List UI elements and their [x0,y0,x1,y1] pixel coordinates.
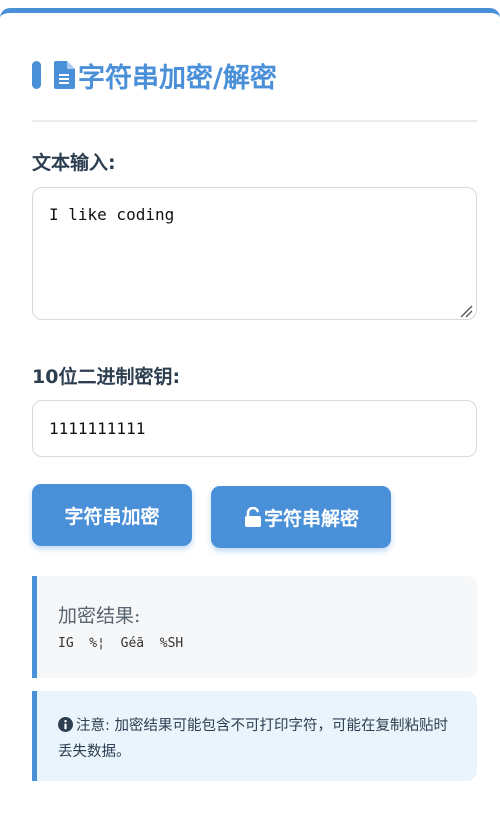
decrypt-button-label: 字符串解密 [263,507,359,530]
encrypt-button-label: 字符串加密 [64,505,160,528]
result-panel: 加密结果: IG %¦ Géã %SH [32,576,477,678]
resize-grip-icon[interactable] [459,303,473,318]
encrypt-button[interactable]: 字符串加密 [32,484,192,546]
decrypt-button[interactable]: 字符串解密 [211,486,391,548]
header: 字符串加密/解密 [32,57,277,94]
title-divider [32,120,477,122]
result-value: IG %¦ Géã %SH [58,636,184,651]
text-input-label: 文本输入: [32,152,116,174]
result-title: 加密结果: [58,605,141,627]
key-input-label: 10位二进制密钥: [32,366,181,388]
document-icon [54,61,76,89]
unlock-icon [243,507,263,527]
note-text: 注意: 加密结果可能包含不可打印字符，可能在复制粘贴时丢失数据。 [58,718,448,760]
title-accent-bar [32,61,41,89]
page-title: 字符串加密/解密 [78,62,277,94]
info-circle-icon [58,715,73,732]
key-input-field[interactable] [32,400,477,457]
warning-note: 注意: 加密结果可能包含不可打印字符，可能在复制粘贴时丢失数据。 [32,691,477,781]
text-input-field[interactable]: I like coding [32,187,477,320]
